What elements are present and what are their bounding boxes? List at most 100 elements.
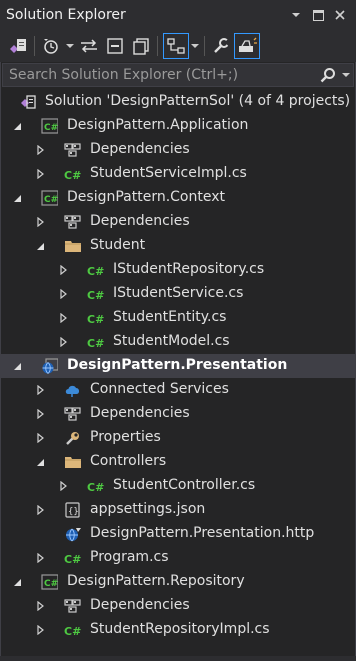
properties-wrench-icon[interactable] [208, 33, 234, 59]
svg-text:C#: C# [64, 553, 81, 566]
tree-row[interactable]: Connected Services [0, 378, 356, 402]
collapsed-chevron-icon[interactable] [33, 618, 47, 642]
tree-item-label: Dependencies [90, 213, 190, 229]
collapsed-chevron-icon[interactable] [33, 210, 47, 234]
tree-row[interactable]: DesignPattern.Presentation [0, 354, 356, 378]
http-file-icon [64, 526, 81, 542]
collapsed-chevron-icon[interactable] [56, 306, 70, 330]
dependencies-icon [64, 214, 81, 230]
svg-text:C#: C# [44, 123, 58, 133]
expanded-chevron-icon[interactable] [10, 114, 24, 138]
collapsed-chevron-icon[interactable] [56, 330, 70, 354]
tree-item-label: Dependencies [90, 141, 190, 157]
expanded-chevron-icon[interactable] [10, 354, 24, 378]
tree-row[interactable]: Dependencies [0, 138, 356, 162]
tree-item-label: DesignPattern.Presentation.http [90, 525, 315, 541]
toolbar [0, 30, 356, 62]
pending-changes-dropdown-icon[interactable] [64, 33, 76, 59]
search-box[interactable] [2, 63, 354, 87]
csharp-file-icon: C# [64, 166, 81, 182]
csharp-file-icon: C# [64, 622, 81, 638]
svg-text:C#: C# [87, 265, 104, 278]
show-all-files-icon[interactable] [128, 33, 154, 59]
tree-item-label: Controllers [90, 453, 167, 469]
json-file-icon: {} [64, 502, 81, 518]
expanded-chevron-icon[interactable] [33, 450, 47, 474]
tree-item-label: Properties [90, 429, 161, 445]
dependency-tree-dropdown-icon[interactable] [189, 33, 201, 59]
tree-row[interactable]: C# StudentController.cs [0, 474, 356, 498]
tree-item-label: Dependencies [90, 405, 190, 421]
properties-icon [64, 430, 81, 446]
toolbar-separator [157, 36, 158, 56]
tree-row[interactable]: C# IStudentService.cs [0, 282, 356, 306]
expanded-chevron-icon[interactable] [10, 570, 24, 594]
search-input[interactable] [3, 66, 317, 84]
web-project-icon [41, 358, 58, 374]
window-position-dropdown-icon[interactable] [286, 5, 306, 25]
solution-tree: Solution 'DesignPatternSol' (4 of 4 proj… [0, 90, 356, 642]
collapsed-chevron-icon[interactable] [56, 282, 70, 306]
collapsed-chevron-icon[interactable] [33, 402, 47, 426]
tree-row[interactable]: Properties [0, 426, 356, 450]
collapsed-chevron-icon[interactable] [33, 498, 47, 522]
tree-row[interactable]: Dependencies [0, 210, 356, 234]
switch-views-icon[interactable] [5, 33, 31, 59]
tree-row[interactable]: Student [0, 234, 356, 258]
collapsed-chevron-icon[interactable] [33, 594, 47, 618]
tree-row[interactable]: Solution 'DesignPatternSol' (4 of 4 proj… [0, 90, 356, 114]
collapsed-chevron-icon[interactable] [56, 258, 70, 282]
toolbar-separator [204, 36, 205, 56]
folder-icon [64, 454, 81, 470]
show-dependency-tree-icon[interactable] [163, 33, 189, 59]
svg-text:C#: C# [87, 337, 104, 350]
toolbar-separator [34, 36, 35, 56]
folder-icon [64, 238, 81, 254]
svg-text:C#: C# [44, 195, 58, 205]
svg-text:C#: C# [87, 289, 104, 302]
tree-row[interactable]: Dependencies [0, 594, 356, 618]
collapsed-chevron-icon[interactable] [33, 138, 47, 162]
csharp-file-icon: C# [87, 310, 104, 326]
tree-item-label: IStudentRepository.cs [113, 261, 265, 277]
csharp-file-icon: C# [87, 478, 104, 494]
tree-row[interactable]: Controllers [0, 450, 356, 474]
tree-item-label: Solution 'DesignPatternSol' (4 of 4 proj… [45, 93, 351, 109]
tree-item-label: StudentEntity.cs [113, 309, 227, 325]
tree-item-label: Program.cs [90, 549, 169, 565]
tree-row[interactable]: C# DesignPattern.Repository [0, 570, 356, 594]
csharp-file-icon: C# [87, 262, 104, 278]
search-icon[interactable] [317, 67, 339, 83]
search-options-dropdown-icon[interactable] [339, 72, 353, 78]
tree-row[interactable]: {} appsettings.json [0, 498, 356, 522]
close-icon[interactable] [330, 5, 350, 25]
sync-with-active-document-icon[interactable] [76, 33, 102, 59]
tree-row[interactable]: C# Program.cs [0, 546, 356, 570]
tree-row[interactable]: C# StudentModel.cs [0, 330, 356, 354]
preview-selected-items-icon[interactable] [234, 33, 260, 59]
dependencies-icon [64, 406, 81, 422]
pending-changes-filter-icon[interactable] [38, 33, 64, 59]
expanded-chevron-icon[interactable] [10, 186, 24, 210]
collapsed-chevron-icon[interactable] [33, 162, 47, 186]
collapsed-chevron-icon[interactable] [56, 474, 70, 498]
tree-row[interactable]: Dependencies [0, 402, 356, 426]
collapsed-chevron-icon[interactable] [33, 426, 47, 450]
tree-row[interactable]: C# DesignPattern.Context [0, 186, 356, 210]
tree-item-label: Student [90, 237, 146, 253]
tree-row[interactable]: C# IStudentRepository.cs [0, 258, 356, 282]
expanded-chevron-icon[interactable] [33, 234, 47, 258]
collapse-all-icon[interactable] [102, 33, 128, 59]
collapsed-chevron-icon[interactable] [33, 378, 47, 402]
svg-text:C#: C# [87, 481, 104, 494]
maximize-icon[interactable] [308, 5, 328, 25]
tree-row[interactable]: C# DesignPattern.Application [0, 114, 356, 138]
tree-row[interactable]: C# StudentServiceImpl.cs [0, 162, 356, 186]
bottom-border [0, 656, 356, 661]
tree-row[interactable]: C# StudentRepositoryImpl.cs [0, 618, 356, 642]
dependencies-icon [64, 142, 81, 158]
tree-item-label: DesignPattern.Context [67, 189, 225, 205]
collapsed-chevron-icon[interactable] [33, 546, 47, 570]
tree-row[interactable]: DesignPattern.Presentation.http [0, 522, 356, 546]
tree-row[interactable]: C# StudentEntity.cs [0, 306, 356, 330]
